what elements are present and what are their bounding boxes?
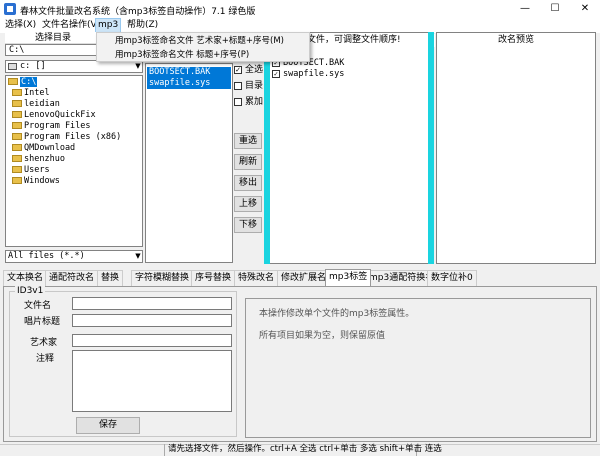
dropdown-item-artist-title-seq[interactable]: 用mp3标签命名文件 艺术家+标题+序号(M) (115, 35, 309, 48)
status-hint: 请先选择文件，然后操作。ctrl+A 全选 ctrl+单击 多选 shift+单… (165, 444, 442, 456)
info-text: 所有项目如果为空，则保留原值 (259, 331, 386, 341)
directory-checkbox[interactable]: 目录 (234, 80, 263, 92)
tree-item[interactable]: Users (12, 165, 50, 176)
folder-icon (12, 122, 22, 129)
order-left-bar (264, 32, 270, 264)
dropdown-item-title-seq[interactable]: 用mp3标签命名文件 标题+序号(P) (115, 49, 309, 62)
list-item[interactable]: ✓ swapfile.sys (272, 69, 344, 79)
checkbox-checked-icon: ✓ (272, 69, 280, 78)
folder-icon (12, 100, 22, 107)
window-title: 春林文件批量改名系统（含mp3标签自动操作）7.1 绿色版 (20, 7, 256, 17)
status-segment (0, 444, 165, 456)
menu-filename-ops[interactable]: 文件名操作(V) (40, 18, 102, 33)
folder-icon (12, 144, 22, 151)
tree-item[interactable]: QMDownload (12, 143, 75, 154)
album-title-field[interactable] (72, 314, 232, 327)
checkbox-icon (234, 97, 242, 106)
mp3-dropdown-menu: 用mp3标签命名文件 艺术家+标题+序号(M) 用mp3标签命名文件 标题+序号… (96, 32, 310, 62)
tab-zero-pad[interactable]: 数字位补0 (427, 270, 477, 286)
tab-special-rename[interactable]: 特殊改名 (234, 270, 279, 286)
checkbox-icon (234, 81, 242, 90)
menu-select[interactable]: 选择(X) (3, 18, 38, 33)
info-text: 本操作修改单个文件的mp3标签属性。 (259, 309, 415, 319)
folder-icon (12, 177, 22, 184)
tab-change-extension[interactable]: 修改扩展名 (277, 270, 331, 286)
tab-mp3-tag[interactable]: mp3标签 (325, 269, 372, 286)
tree-item[interactable]: Intel (12, 88, 50, 99)
file-list[interactable]: BOOTSECT.BAK swapfile.sys (145, 63, 233, 263)
tree-item[interactable]: LenovoQuickFix (12, 110, 96, 121)
tree-item[interactable]: Program Files (12, 121, 91, 132)
accumulate-checkbox[interactable]: 累加 (234, 96, 263, 108)
tab-sequence-replace[interactable]: 序号替换 (191, 270, 236, 286)
list-item[interactable]: swapfile.sys (147, 78, 231, 89)
tree-item[interactable]: C:\ (8, 77, 38, 88)
filename-label: 文件名 (24, 301, 52, 311)
info-box (245, 298, 591, 438)
folder-icon (12, 89, 22, 96)
remove-button[interactable]: 移出 (234, 175, 262, 191)
move-down-button[interactable]: 下移 (234, 217, 262, 233)
folder-open-icon (8, 78, 18, 85)
refresh-button[interactable]: 刷新 (234, 154, 262, 170)
tree-item[interactable]: shenzhuo (12, 154, 65, 165)
minimize-button[interactable]: — (510, 0, 540, 18)
artist-label: 艺术家 (30, 338, 58, 348)
folder-icon (12, 111, 22, 118)
tab-fuzzy-replace[interactable]: 字符模糊替换 (131, 270, 194, 286)
save-button[interactable]: 保存 (76, 417, 140, 434)
order-right-bar (428, 32, 434, 264)
reselect-button[interactable]: 重选 (234, 133, 262, 149)
tab-wildcard-rename[interactable]: 通配符改名 (45, 270, 99, 286)
tree-item[interactable]: leidian (12, 99, 60, 110)
file-filter-select[interactable]: All files (*.*) (5, 250, 143, 263)
maximize-button[interactable]: ☐ (540, 0, 570, 18)
list-item[interactable]: BOOTSECT.BAK (147, 67, 231, 78)
tab-bar: 文本换名 通配符改名 替换 字符模糊替换 序号替换 特殊改名 修改扩展名 mp3… (3, 269, 597, 286)
folder-icon (12, 155, 22, 162)
artist-field[interactable] (72, 334, 232, 347)
tree-item[interactable]: Windows (12, 176, 60, 187)
rename-preview-list[interactable] (436, 32, 596, 264)
move-up-button[interactable]: 上移 (234, 196, 262, 212)
close-button[interactable]: ✕ (570, 0, 600, 18)
app-icon (4, 3, 16, 15)
folder-icon (12, 133, 22, 140)
select-all-checkbox[interactable]: ✓ 全选 (234, 64, 263, 76)
comment-field[interactable] (72, 350, 232, 412)
folder-icon (12, 166, 22, 173)
menu-mp3[interactable]: mp3 (95, 18, 122, 33)
menu-help[interactable]: 帮助(Z) (125, 18, 160, 33)
tab-replace[interactable]: 替换 (97, 270, 124, 286)
tree-item[interactable]: Program Files (x86) (12, 132, 121, 143)
album-title-label: 唱片标题 (24, 317, 61, 327)
comment-label: 注释 (36, 354, 55, 364)
checkbox-checked-icon: ✓ (234, 65, 242, 74)
drive-icon (8, 63, 17, 70)
rename-preview-header: 改名预览 (497, 35, 534, 45)
filename-field[interactable] (72, 297, 232, 310)
folder-tree[interactable]: C:\ Intel leidian LenovoQuickFix Program… (5, 75, 143, 247)
id3-group-title: ID3v1 (15, 286, 46, 296)
chevron-down-icon[interactable]: ▼ (133, 250, 143, 263)
tab-text-rename[interactable]: 文本换名 (3, 270, 48, 286)
